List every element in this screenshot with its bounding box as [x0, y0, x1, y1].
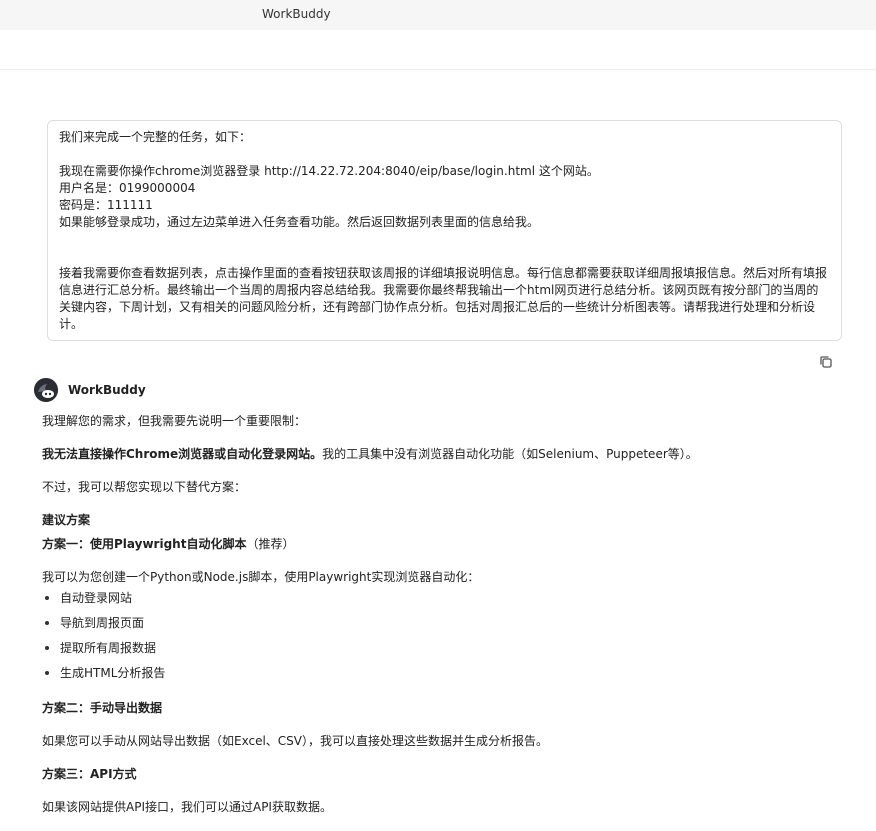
plan1-list: 自动登录网站 导航到周报页面 提取所有周报数据 生成HTML分析报告: [42, 589, 842, 689]
reply-alternatives-intro: 不过，我可以帮您实现以下替代方案：: [42, 480, 247, 494]
plan1-desc: 我可以为您创建一个Python或Node.js脚本，使用Playwright实现…: [42, 570, 480, 584]
reply-limitation-rest: 我的工具集中没有浏览器自动化功能（如Selenium、Puppeteer等）。: [322, 447, 698, 461]
reply-limitation: 我无法直接操作Chrome浏览器或自动化登录网站。我的工具集中没有浏览器自动化功…: [42, 445, 842, 463]
plan2-title: 方案二：手动导出数据: [42, 701, 163, 715]
user-message-line: [59, 231, 830, 248]
user-message-line: 如果能够登录成功，通过左边菜单进入任务查看功能。然后返回数据列表里面的信息给我。: [59, 215, 540, 229]
app-title: WorkBuddy: [262, 7, 331, 21]
list-item: 导航到周报页面: [42, 614, 842, 639]
copy-icon: [820, 356, 832, 368]
user-message-line: [59, 146, 830, 163]
copy-button[interactable]: [818, 354, 834, 370]
workbuddy-avatar-icon: [34, 378, 58, 402]
reply-intro: 我理解您的需求，但我需要先说明一个重要限制：: [42, 414, 307, 428]
list-item: 提取所有周报数据: [42, 639, 842, 664]
reply-limitation-bold: 我无法直接操作Chrome浏览器或自动化登录网站。: [42, 447, 323, 461]
list-item: 生成HTML分析报告: [42, 664, 842, 689]
reply-section-title: 建议方案: [42, 513, 91, 527]
assistant-name: WorkBuddy: [68, 383, 146, 397]
user-message-line: 我现在需要你操作chrome浏览器登录 http://14.22.72.204:…: [59, 164, 599, 178]
user-message-line: 密码是：111111: [59, 198, 153, 212]
plan2-desc: 如果您可以手动从网站导出数据（如Excel、CSV），我可以直接处理这些数据并生…: [42, 734, 548, 748]
user-message-line: 用户名是：0199000004: [59, 181, 196, 195]
plan3-title: 方案三：API方式: [42, 767, 137, 781]
user-message-line: 接着我需要你查看数据列表，点击操作里面的查看按钮获取该周报的详细填报说明信息。每…: [59, 266, 828, 331]
plan3-desc: 如果该网站提供API接口，我们可以通过API获取数据。: [42, 800, 332, 814]
list-item: 自动登录网站: [42, 589, 842, 614]
user-message-line: [59, 248, 830, 265]
user-message-line: 我们来完成一个完整的任务，如下：: [59, 130, 252, 144]
plan1-heading: 方案一：使用Playwright自动化脚本（推荐）: [42, 535, 842, 553]
plan1-suffix: （推荐）: [246, 537, 295, 551]
plan1-title: 方案一：使用Playwright自动化脚本: [42, 537, 247, 551]
title-bar: WorkBuddy: [0, 0, 876, 30]
assistant-reply: 我理解您的需求，但我需要先说明一个重要限制： 我无法直接操作Chrome浏览器或…: [42, 412, 842, 816]
header-divider: [0, 69, 876, 70]
assistant-header: WorkBuddy: [34, 377, 146, 403]
user-message: 我们来完成一个完整的任务，如下： 我现在需要你操作chrome浏览器登录 htt…: [47, 120, 842, 341]
